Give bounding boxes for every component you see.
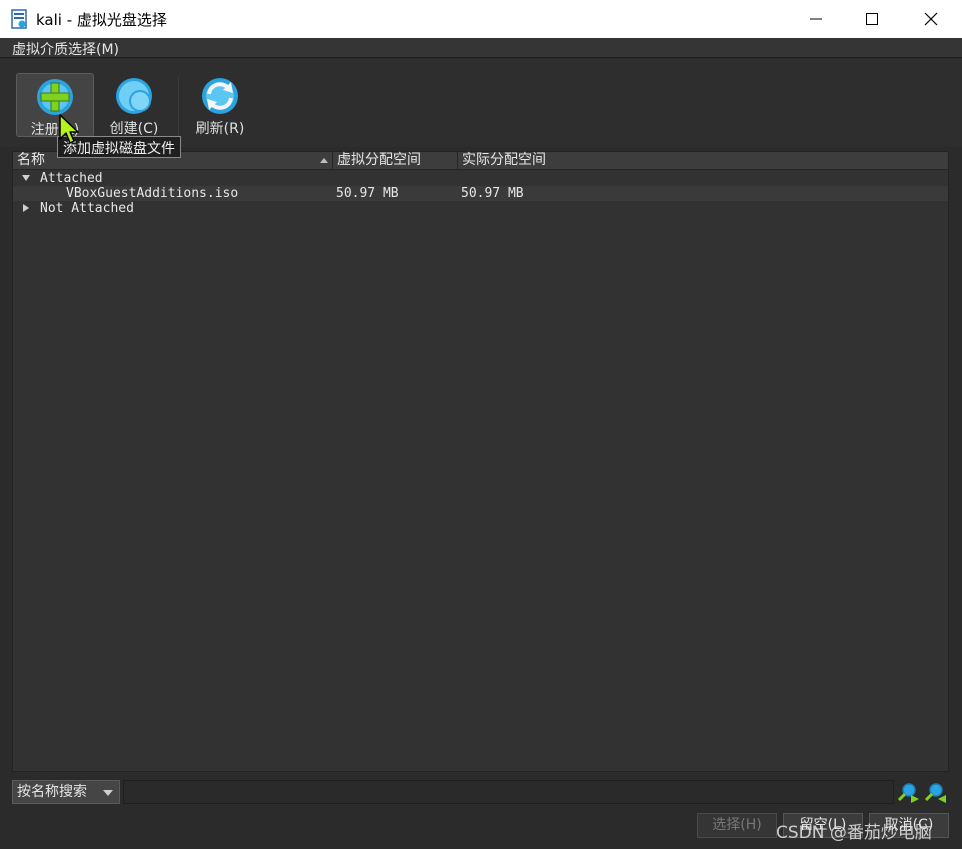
close-icon xyxy=(924,12,938,26)
search-backward-icon[interactable] xyxy=(924,781,946,803)
media-tree[interactable]: 名称 虚拟分配空间 实际分配空间 Attached VBoxGuestAddit… xyxy=(12,151,949,772)
register-button[interactable]: 注册(A) xyxy=(16,73,94,138)
choose-button[interactable]: 选择(H) xyxy=(697,813,777,838)
create-label: 创建(C) xyxy=(109,121,159,137)
chevron-down-icon xyxy=(103,790,113,796)
expanded-arrow-icon[interactable] xyxy=(22,175,30,181)
refresh-button[interactable]: 刷新(R) xyxy=(181,73,259,137)
toolbar: 注册(A) 创建(C) 刷新(R) xyxy=(0,59,962,147)
disk-create-icon xyxy=(116,78,152,114)
group-label: Not Attached xyxy=(40,201,134,216)
toolbar-separator xyxy=(178,77,179,137)
collapsed-arrow-icon[interactable] xyxy=(23,204,29,212)
tree-group-not-attached[interactable]: Not Attached xyxy=(13,201,948,216)
maximize-icon xyxy=(866,13,878,25)
disk-add-icon xyxy=(37,79,73,115)
column-header-actual-size[interactable]: 实际分配空间 xyxy=(458,152,950,170)
media-name: VBoxGuestAdditions.iso xyxy=(66,186,239,201)
search-mode-label: 按名称搜索 xyxy=(17,784,87,800)
title-bar: kali - 虚拟光盘选择 xyxy=(0,0,962,38)
create-button[interactable]: 创建(C) xyxy=(95,73,173,137)
minimize-icon xyxy=(810,18,822,20)
close-button[interactable] xyxy=(902,0,960,38)
mouse-cursor-icon xyxy=(59,114,79,144)
search-input[interactable] xyxy=(123,780,894,804)
maximize-button[interactable] xyxy=(843,0,901,38)
search-mode-select[interactable]: 按名称搜索 xyxy=(12,780,120,804)
menu-bar: 虚拟介质选择(M) xyxy=(0,38,962,58)
tree-group-attached[interactable]: Attached xyxy=(13,171,948,186)
group-label: Attached xyxy=(40,171,103,186)
search-forward-icon[interactable] xyxy=(897,781,919,803)
column-header-virtual-size[interactable]: 虚拟分配空间 xyxy=(333,152,458,170)
watermark-text: CSDN @番茄炒电脑 xyxy=(776,823,932,843)
minimize-button[interactable] xyxy=(787,0,845,38)
window-title: kali - 虚拟光盘选择 xyxy=(36,11,167,29)
menu-virtual-media[interactable]: 虚拟介质选择(M) xyxy=(12,39,119,59)
tree-row[interactable]: VBoxGuestAdditions.iso 50.97 MB 50.97 MB xyxy=(13,186,948,201)
search-bar: 按名称搜索 xyxy=(12,780,949,804)
sort-ascending-icon xyxy=(320,158,328,163)
column-header-name-label: 名称 xyxy=(17,152,45,168)
media-virtual-size: 50.97 MB xyxy=(336,186,399,201)
media-actual-size: 50.97 MB xyxy=(461,186,524,201)
refresh-icon xyxy=(202,78,238,114)
refresh-label: 刷新(R) xyxy=(195,121,245,137)
virtualbox-app-icon xyxy=(11,9,27,29)
